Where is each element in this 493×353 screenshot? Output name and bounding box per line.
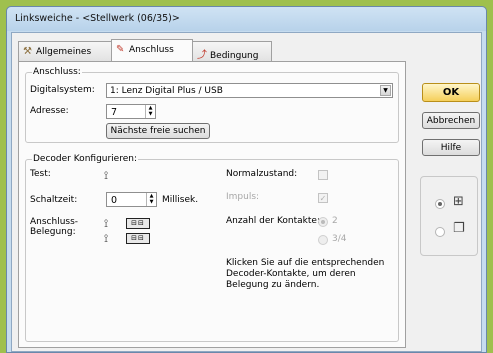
kontakte-label: Anzahl der Kontakte: xyxy=(226,216,320,226)
kontakte-option-34: 3/4 xyxy=(332,234,347,244)
schaltzeit-spin-buttons[interactable]: ▲ ▼ xyxy=(146,193,156,206)
view-option-group: ⊞ ❐ xyxy=(420,176,478,256)
impuls-label: Impuls: xyxy=(226,192,260,202)
schaltzeit-label: Schaltzeit: xyxy=(30,195,78,205)
window-title: Linksweiche - <Stellwerk (06/35)> xyxy=(15,13,180,24)
next-free-button[interactable]: Nächste freie suchen xyxy=(106,123,210,139)
schaltzeit-stepper[interactable]: 0 ▲ ▼ xyxy=(106,192,157,207)
decoder-group: Decoder Konfigurieren: Test: ⟟ Schaltzei… xyxy=(25,154,399,342)
decoder-legend: Decoder Konfigurieren: xyxy=(32,154,138,164)
chevron-down-icon[interactable]: ▼ xyxy=(380,85,391,96)
hilfe-button[interactable]: Hilfe xyxy=(422,139,480,156)
decoder-contact-1[interactable]: ⊟⊟ xyxy=(126,218,150,229)
tab-anschluss[interactable]: ✎ Anschluss xyxy=(111,39,193,61)
normalzustand-checkbox[interactable] xyxy=(318,170,328,180)
plug-icon: ✎ xyxy=(116,44,125,55)
schaltzeit-unit: Millisek. xyxy=(162,195,199,205)
dialog-window: Linksweiche - <Stellwerk (06/35)> ⚒ Allge… xyxy=(6,6,487,353)
grid-view-icon: ⊞ xyxy=(453,194,464,209)
condition-icon: ⤴ xyxy=(197,50,207,61)
kontakte-radio-34[interactable] xyxy=(318,235,328,245)
impuls-checkbox[interactable]: ✓ xyxy=(318,193,328,203)
adresse-stepper[interactable]: 7 ▲ ▼ xyxy=(106,104,156,119)
adresse-label: Adresse: xyxy=(30,106,69,116)
decoder-contact-2[interactable]: ⊟⊟ xyxy=(126,233,150,244)
digitalsystem-select[interactable]: 1: Lenz Digital Plus / USB ▼ xyxy=(106,83,393,98)
anschluss-group: Anschluss: Digitalsystem: 1: Lenz Digita… xyxy=(25,67,399,143)
turnout-right-icon: ⟟ xyxy=(104,232,109,245)
belegung-label-line1: Anschluss- xyxy=(30,217,79,227)
digitalsystem-value: 1: Lenz Digital Plus / USB xyxy=(110,86,223,96)
ok-button[interactable]: OK xyxy=(422,83,480,102)
contact-hint: Klicken Sie auf die entsprechenden Decod… xyxy=(226,258,385,290)
digitalsystem-label: Digitalsystem: xyxy=(30,85,95,95)
tab-allgemeines[interactable]: ⚒ Allgemeines xyxy=(18,41,112,61)
switch-test-icon[interactable]: ⟟ xyxy=(104,169,108,183)
tab-anschluss-label: Anschluss xyxy=(129,45,174,55)
tab-allgemeines-label: Allgemeines xyxy=(36,47,92,57)
test-label: Test: xyxy=(30,169,51,179)
adresse-value: 7 xyxy=(111,107,118,118)
anschluss-page: Anschluss: Digitalsystem: 1: Lenz Digita… xyxy=(18,61,406,348)
abbrechen-button[interactable]: Abbrechen xyxy=(422,112,480,129)
normalzustand-label: Normalzustand: xyxy=(226,169,298,179)
view-option-grid-radio[interactable] xyxy=(435,199,445,209)
turnout-left-icon: ⟟ xyxy=(104,217,109,230)
belegung-label-line2: Belegung: xyxy=(30,227,76,237)
schaltzeit-value: 0 xyxy=(111,195,118,206)
title-bar[interactable]: Linksweiche - <Stellwerk (06/35)> xyxy=(7,7,486,31)
tools-icon: ⚒ xyxy=(23,46,32,57)
dialog-client: ⚒ Allgemeines ✎ Anschluss ⤴ Bedingung Ansch… xyxy=(11,32,482,352)
kontakte-option-2: 2 xyxy=(332,216,338,226)
kontakte-radio-2[interactable] xyxy=(318,217,328,227)
view-option-layers-radio[interactable] xyxy=(435,227,445,237)
tab-bedingung-label: Bedingung xyxy=(210,51,259,61)
anschluss-legend: Anschluss: xyxy=(32,67,82,77)
layers-view-icon: ❐ xyxy=(453,221,465,236)
tab-bedingung[interactable]: ⤴ Bedingung xyxy=(192,41,272,61)
adresse-spin-buttons[interactable]: ▲ ▼ xyxy=(145,105,155,118)
